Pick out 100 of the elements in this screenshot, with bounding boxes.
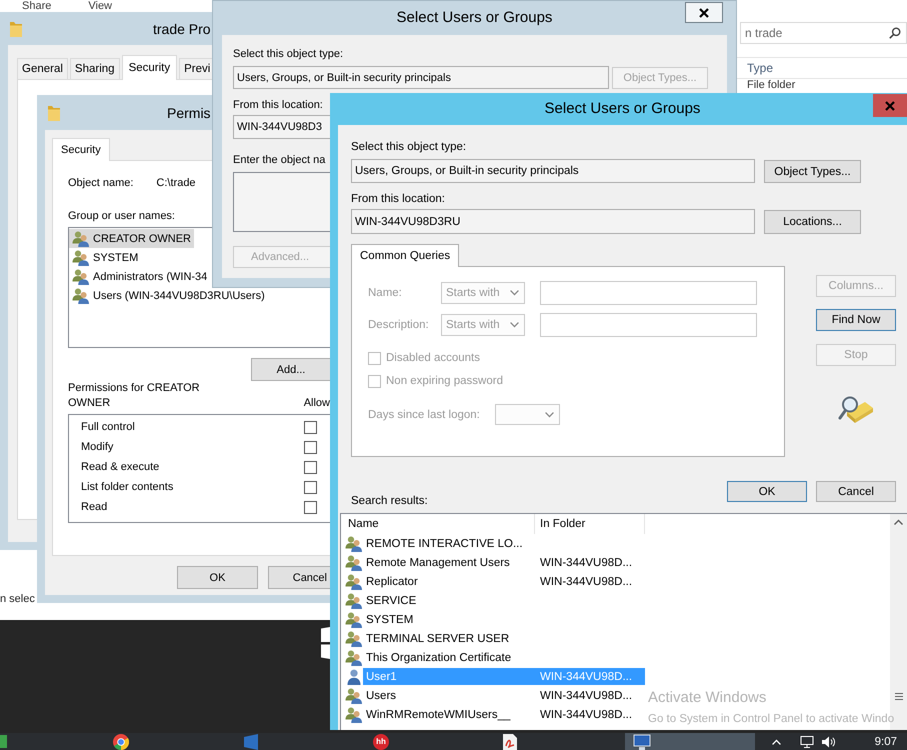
list-item[interactable]: CREATOR OWNER: [69, 229, 194, 248]
clock-text[interactable]: 9:07: [874, 734, 897, 748]
text-field[interactable]: WIN-344VU98D3: [233, 115, 330, 139]
cancel-button[interactable]: Cancel: [268, 566, 330, 589]
list-item[interactable]: SYSTEM: [363, 611, 535, 628]
tab[interactable]: Common Queries: [351, 244, 460, 267]
group-icon: [72, 288, 90, 304]
group-icon: [345, 554, 363, 570]
field-label: Name:: [368, 286, 403, 300]
list-item[interactable]: This Organization Certificate: [363, 649, 535, 666]
tab[interactable]: Sharing: [70, 58, 120, 79]
permission-label: Read & execute: [81, 460, 160, 474]
field-label: Permissions for CREATOR OWNER: [68, 381, 201, 411]
taskbar-button[interactable]: hh: [365, 733, 495, 750]
checkbox-label: Non expiring password: [386, 374, 503, 388]
monitor-icon[interactable]: [633, 734, 651, 750]
field-label: From this location:: [233, 98, 323, 112]
field-label: Enter the object na: [233, 153, 326, 167]
group-icon: [345, 630, 363, 646]
network-icon[interactable]: [800, 736, 814, 748]
taskbar-button[interactable]: [625, 733, 755, 750]
permission-label: Read: [81, 500, 108, 514]
table-cell-text: WIN-344VU98D...: [539, 688, 634, 704]
ring-icon[interactable]: [113, 734, 129, 750]
text-area[interactable]: [233, 172, 330, 232]
permission-label: Modify: [81, 440, 114, 454]
field-label: Description:: [368, 318, 430, 332]
notice-text: Go to System in Control Panel to activate Windo: [648, 712, 894, 726]
ok-button[interactable]: OK: [727, 481, 807, 502]
field-label: Days since last logon:: [368, 408, 481, 422]
checkbox[interactable]: [304, 460, 317, 474]
list-item[interactable]: Users: [363, 687, 535, 704]
magnifier-icon: [838, 395, 874, 425]
notice-title: Activate Windows: [648, 689, 768, 707]
close-icon[interactable]: [699, 8, 709, 18]
group-icon: [72, 230, 90, 246]
tab[interactable]: Security: [52, 138, 110, 161]
list-item[interactable]: Replicator: [363, 573, 535, 590]
locations-button[interactable]: Locations...: [764, 210, 861, 234]
tab[interactable]: Security: [122, 55, 178, 80]
logo-icon: [321, 627, 330, 659]
search-field[interactable]: n trade: [740, 22, 907, 44]
object-types-button[interactable]: Object Types...: [764, 160, 861, 183]
group-icon: [345, 706, 363, 722]
list-item[interactable]: TERMINAL SERVER USER: [363, 630, 535, 647]
chevron-up-icon[interactable]: [772, 738, 781, 744]
ok-button[interactable]: OK: [177, 566, 258, 589]
checkbox[interactable]: [304, 500, 317, 514]
chevron-down-icon: [545, 412, 554, 418]
group-icon: [345, 612, 363, 628]
chevron-down-icon: [510, 322, 519, 328]
list-item[interactable]: SERVICE: [363, 592, 535, 609]
speaker-icon[interactable]: [822, 736, 835, 748]
table-cell-text: WIN-344VU98D...: [539, 556, 634, 570]
checkbox[interactable]: [304, 440, 317, 454]
table-cell-text: WIN-344VU98D...: [539, 574, 634, 590]
field-value: C:\trade: [156, 176, 196, 190]
tab[interactable]: Previ: [179, 58, 212, 79]
list-item[interactable]: Administrators (WIN-34: [69, 267, 210, 286]
ribbon-tab[interactable]: Share: [22, 0, 52, 12]
column-header[interactable]: Name: [341, 514, 535, 534]
field-label: Select this object type:: [351, 140, 466, 154]
group-icon: [345, 650, 363, 666]
group-icon: [72, 250, 90, 266]
field-label: From this location:: [351, 192, 445, 206]
window-title: trade Pro: [153, 20, 211, 38]
group-icon: [345, 574, 363, 590]
search-icon[interactable]: [889, 27, 901, 39]
list-item[interactable]: Users (WIN-344VU98D3RU\Users): [69, 286, 268, 305]
tile-icon[interactable]: [243, 734, 259, 750]
group-icon: [345, 592, 363, 608]
text-field[interactable]: WIN-344VU98D3RU: [351, 209, 755, 234]
permission-label: List folder contents: [81, 480, 174, 494]
list-item[interactable]: SYSTEM: [69, 248, 142, 267]
field-label: Object name:: [68, 176, 134, 190]
checkbox[interactable]: [304, 480, 317, 494]
checkbox[interactable]: [304, 420, 317, 434]
group-icon: [345, 536, 363, 552]
grip-icon[interactable]: [894, 693, 902, 700]
text-field[interactable]: Users, Groups, or Built-in security principals: [351, 159, 755, 183]
field-label: Select this object type:: [233, 47, 344, 61]
list-item[interactable]: REMOTE INTERACTIVE LO...: [363, 535, 535, 552]
permission-label: Full control: [81, 420, 135, 434]
table-cell-text: WIN-344VU98D...: [539, 708, 634, 722]
find-now-button[interactable]: Find Now: [816, 309, 896, 331]
chevron-down-icon: [510, 290, 519, 296]
column-header[interactable]: Type: [737, 57, 907, 79]
window-title: Select Users or Groups: [396, 9, 552, 27]
list-item[interactable]: Remote Management Users: [363, 554, 535, 571]
document-icon[interactable]: [503, 734, 517, 750]
cancel-button[interactable]: Cancel: [816, 481, 896, 502]
list-item[interactable]: WinRMRemoteWMIUsers__: [363, 706, 535, 723]
status-text: n selec: [0, 592, 35, 606]
column-header[interactable]: In Folder: [535, 514, 645, 534]
window-title: Select Users or Groups: [544, 100, 700, 118]
add-button[interactable]: Add...: [251, 358, 330, 381]
close-button[interactable]: [685, 2, 723, 23]
ribbon-tab[interactable]: View: [88, 0, 112, 12]
text-field[interactable]: Users, Groups, or Built-in security principals: [233, 66, 609, 89]
tab[interactable]: General: [17, 58, 68, 79]
